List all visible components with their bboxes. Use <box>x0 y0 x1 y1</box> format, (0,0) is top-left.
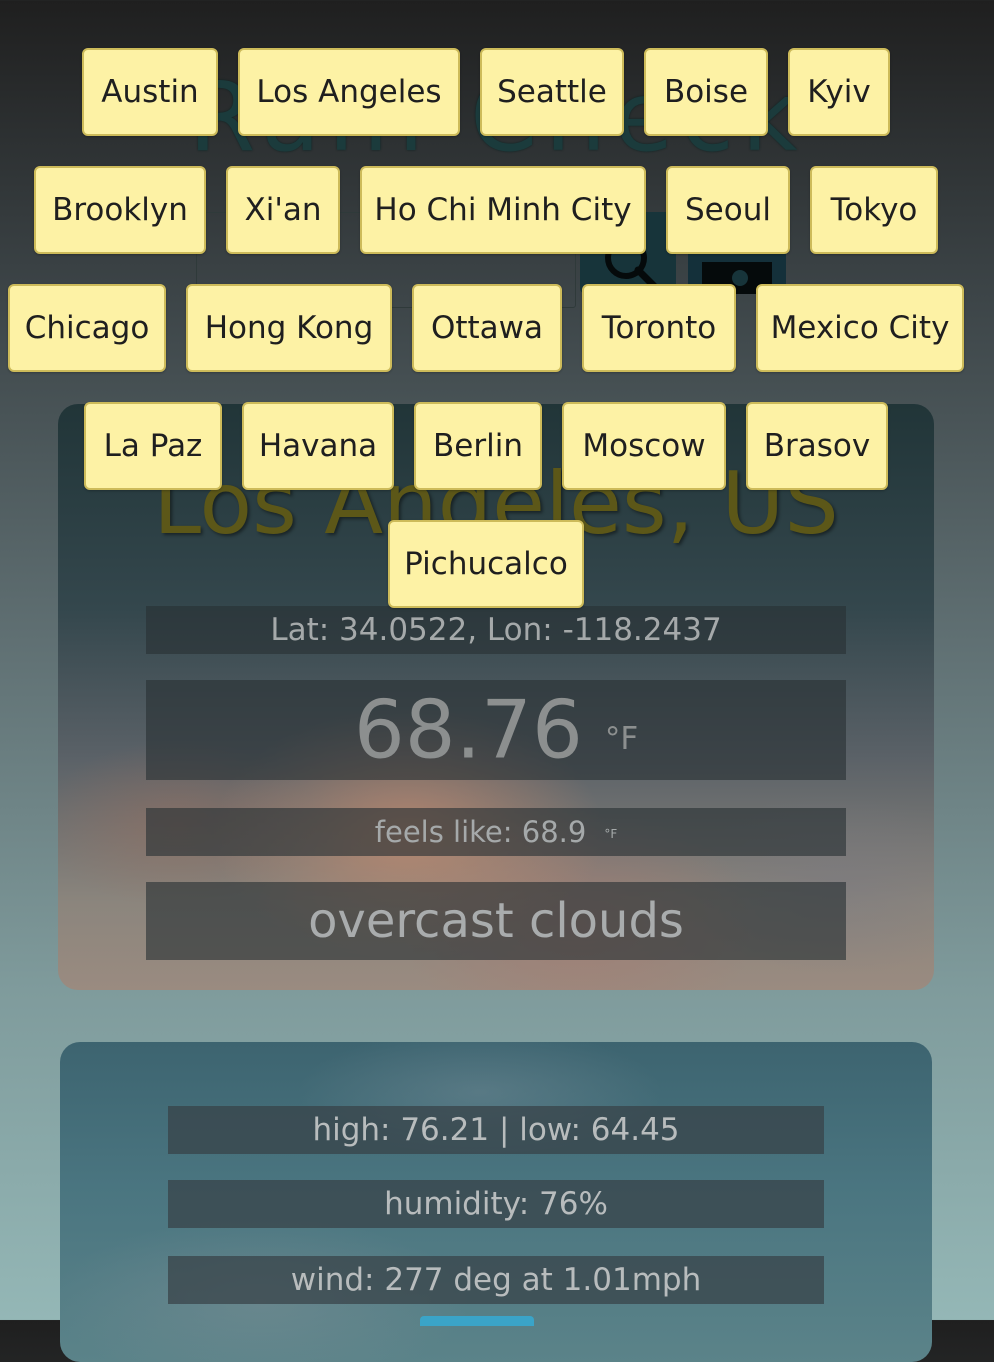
city-button-ho-chi-minh-city[interactable]: Ho Chi Minh City <box>360 166 646 254</box>
city-button-mexico-city[interactable]: Mexico City <box>756 284 964 372</box>
city-button-moscow[interactable]: Moscow <box>562 402 726 490</box>
city-button-xian[interactable]: Xi'an <box>226 166 340 254</box>
wind: wind: 277 deg at 1.01mph <box>168 1256 824 1304</box>
current-weather-card: Los Angeles, US Lat: 34.0522, Lon: -118.… <box>58 404 934 990</box>
city-button-la-paz[interactable]: La Paz <box>84 402 222 490</box>
city-button-havana[interactable]: Havana <box>242 402 394 490</box>
city-button-toronto[interactable]: Toronto <box>582 284 736 372</box>
city-button-chicago[interactable]: Chicago <box>8 284 166 372</box>
city-button-ottawa[interactable]: Ottawa <box>412 284 562 372</box>
city-button-austin[interactable]: Austin <box>82 48 218 136</box>
temperature-value: 68.76 <box>353 683 583 777</box>
high-low: high: 76.21 | low: 64.45 <box>168 1106 824 1154</box>
coordinates: Lat: 34.0522, Lon: -118.2437 <box>146 606 846 654</box>
city-button-brooklyn[interactable]: Brooklyn <box>34 166 206 254</box>
city-button-brasov[interactable]: Brasov <box>746 402 888 490</box>
weather-condition: overcast clouds <box>146 882 846 960</box>
weather-details-card: high: 76.21 | low: 64.45 humidity: 76% w… <box>60 1042 932 1362</box>
details-toggle-tab[interactable] <box>420 1316 534 1326</box>
city-button-tokyo[interactable]: Tokyo <box>810 166 938 254</box>
city-button-berlin[interactable]: Berlin <box>414 402 542 490</box>
city-button-boise[interactable]: Boise <box>644 48 768 136</box>
feels-like-unit: °F <box>604 827 618 841</box>
city-button-pichucalco[interactable]: Pichucalco <box>388 520 584 608</box>
temperature-panel: 68.76 °F <box>146 680 846 780</box>
humidity: humidity: 76% <box>168 1180 824 1228</box>
city-button-hong-kong[interactable]: Hong Kong <box>186 284 392 372</box>
city-button-kyiv[interactable]: Kyiv <box>788 48 890 136</box>
city-button-seoul[interactable]: Seoul <box>666 166 790 254</box>
feels-like-value: feels like: 68.9 <box>374 815 587 849</box>
feels-like-panel: feels like: 68.9 °F <box>146 808 846 856</box>
city-button-seattle[interactable]: Seattle <box>480 48 624 136</box>
temperature-unit: °F <box>604 720 639 757</box>
city-button-los-angeles[interactable]: Los Angeles <box>238 48 460 136</box>
